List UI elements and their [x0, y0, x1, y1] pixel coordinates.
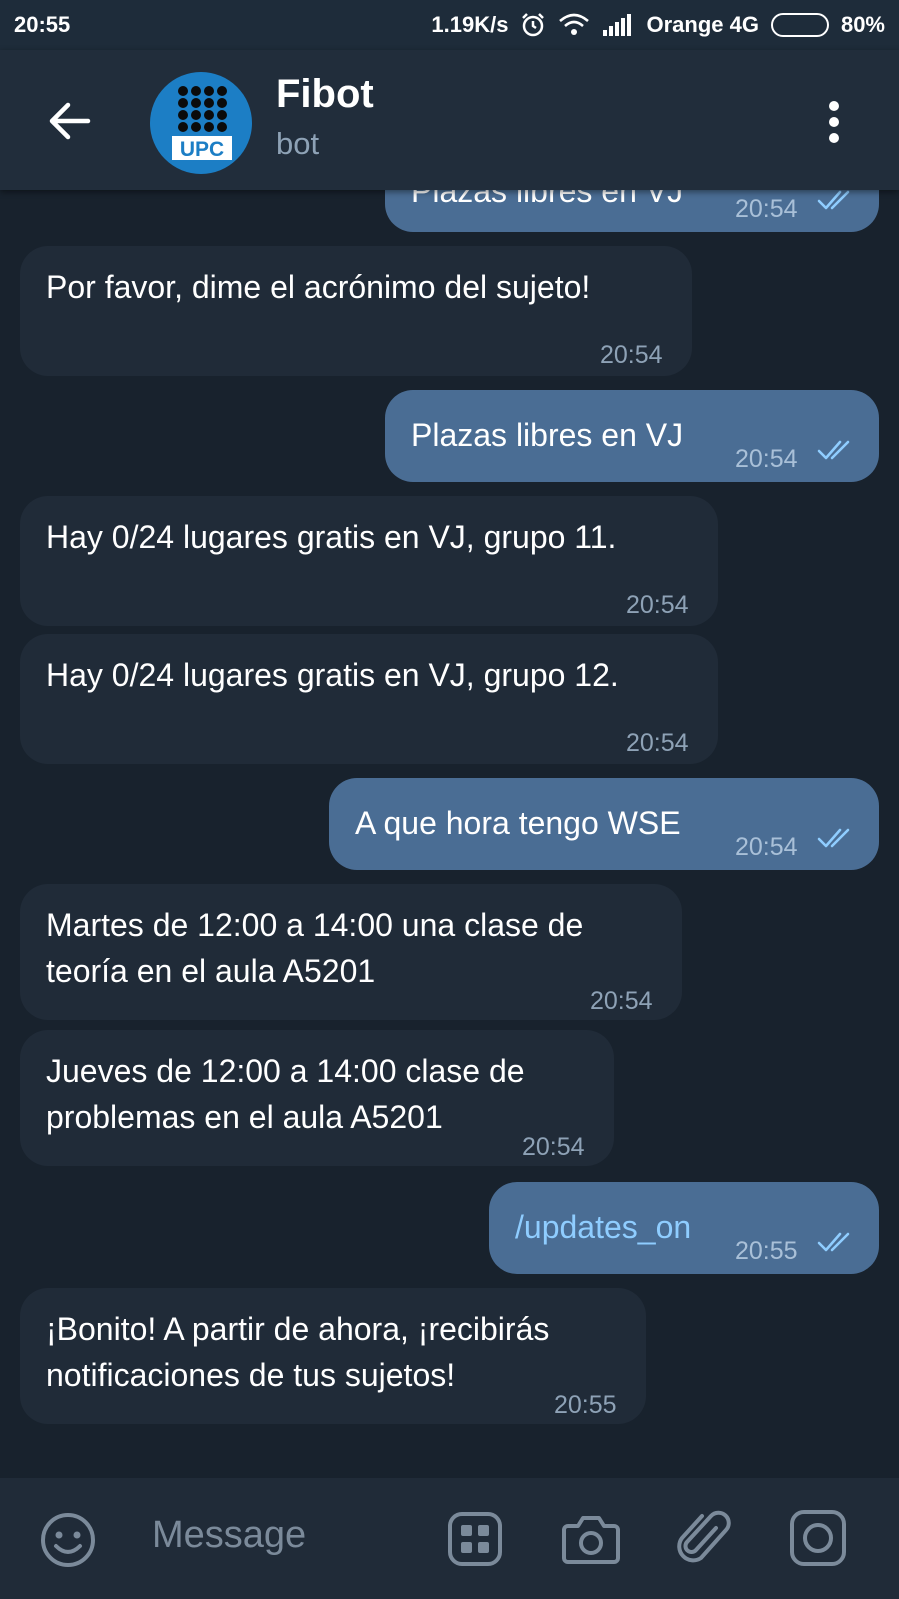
video-message-button[interactable] — [788, 1508, 848, 1568]
signal-icon — [602, 14, 634, 36]
message-outgoing[interactable]: /updates_on 20:55 — [489, 1182, 879, 1274]
message-text-line: problemas en el aula A5201 — [46, 1099, 443, 1135]
message-text: Plazas libres en VJ — [411, 417, 684, 453]
message-input-bar: Message — [0, 1478, 899, 1599]
emoji-icon — [41, 1513, 95, 1567]
message-time: 20:55 — [554, 1391, 617, 1419]
message-text: Hay 0/24 lugares gratis en VJ, grupo 11. — [46, 519, 617, 555]
wifi-icon — [558, 13, 590, 37]
status-bar: 20:55 1.19K/s Orange 4G 80% — [0, 0, 899, 50]
chat-title[interactable]: Fibot — [276, 72, 374, 117]
message-time: 20:54 — [590, 987, 653, 1015]
message-text-line: notificaciones de tus sujetos! — [46, 1357, 456, 1393]
message-text: Por favor, dime el acrónimo del sujeto! — [46, 269, 591, 305]
message-incoming[interactable]: Hay 0/24 lugares gratis en VJ, grupo 11.… — [20, 496, 718, 626]
message-text-line: Jueves de 12:00 a 14:00 clase de — [46, 1053, 525, 1089]
upc-logo-icon: UPC — [172, 86, 232, 161]
battery-icon — [770, 13, 829, 37]
camera-button[interactable] — [560, 1510, 622, 1568]
double-check-icon — [817, 440, 850, 460]
message-time: 20:54 — [600, 341, 663, 369]
avatar-text: UPC — [180, 138, 224, 161]
message-incoming[interactable]: ¡Bonito! A partir de ahora, ¡recibirás n… — [20, 1288, 646, 1424]
double-check-icon — [817, 828, 850, 848]
alarm-icon — [520, 12, 546, 38]
attach-button[interactable] — [676, 1508, 734, 1570]
round-video-icon — [790, 1510, 846, 1566]
status-right: 1.19K/s Orange 4G 80% — [431, 12, 885, 38]
message-time: 20:54 — [735, 445, 798, 473]
double-check-icon — [817, 190, 850, 210]
message-outgoing[interactable]: Plazas libres en VJ 20:54 — [385, 390, 879, 482]
message-text-line: ¡Bonito! A partir de ahora, ¡recibirás — [46, 1311, 550, 1347]
message-time: 20:55 — [735, 1237, 798, 1265]
message-input[interactable]: Message — [152, 1514, 306, 1557]
message-time: 20:54 — [522, 1133, 585, 1161]
double-check-icon — [817, 1232, 850, 1252]
bot-keyboard-icon — [448, 1512, 502, 1566]
message-text: Hay 0/24 lugares gratis en VJ, grupo 12. — [46, 657, 619, 693]
message-time: 20:54 — [735, 833, 798, 861]
message-time: 20:54 — [735, 195, 798, 223]
chat-header: UPC Fibot bot — [0, 50, 899, 190]
message-text-line: Martes de 12:00 a 14:00 una clase de — [46, 907, 584, 943]
message-time: 20:54 — [626, 729, 689, 757]
bot-avatar[interactable]: UPC — [150, 72, 252, 174]
message-incoming[interactable]: Jueves de 12:00 a 14:00 clase de problem… — [20, 1030, 614, 1166]
carrier-name: Orange 4G — [646, 12, 759, 37]
battery-percent: 80% — [840, 12, 885, 37]
chat-subtitle: bot — [276, 126, 320, 161]
back-button[interactable] — [44, 96, 94, 146]
arrow-left-icon — [49, 102, 91, 140]
message-time: 20:54 — [626, 591, 689, 619]
emoji-button[interactable] — [38, 1510, 98, 1570]
camera-icon — [562, 1516, 620, 1564]
more-vertical-icon — [829, 101, 839, 143]
message-text: A que hora tengo WSE — [355, 805, 681, 841]
network-speed: 1.19K/s — [431, 12, 509, 37]
message-incoming[interactable]: Hay 0/24 lugares gratis en VJ, grupo 12.… — [20, 634, 718, 764]
message-incoming[interactable]: Por favor, dime el acrónimo del sujeto! … — [20, 246, 692, 376]
message-incoming[interactable]: Martes de 12:00 a 14:00 una clase de teo… — [20, 884, 682, 1020]
paperclip-icon — [677, 1510, 731, 1563]
bot-command-link[interactable]: /updates_on — [515, 1204, 691, 1250]
menu-button[interactable] — [822, 98, 846, 146]
status-time: 20:55 — [14, 12, 71, 37]
message-text-line: teoría en el aula A5201 — [46, 953, 376, 989]
bot-keyboard-button[interactable] — [446, 1510, 504, 1568]
message-outgoing[interactable]: A que hora tengo WSE 20:54 — [329, 778, 879, 870]
